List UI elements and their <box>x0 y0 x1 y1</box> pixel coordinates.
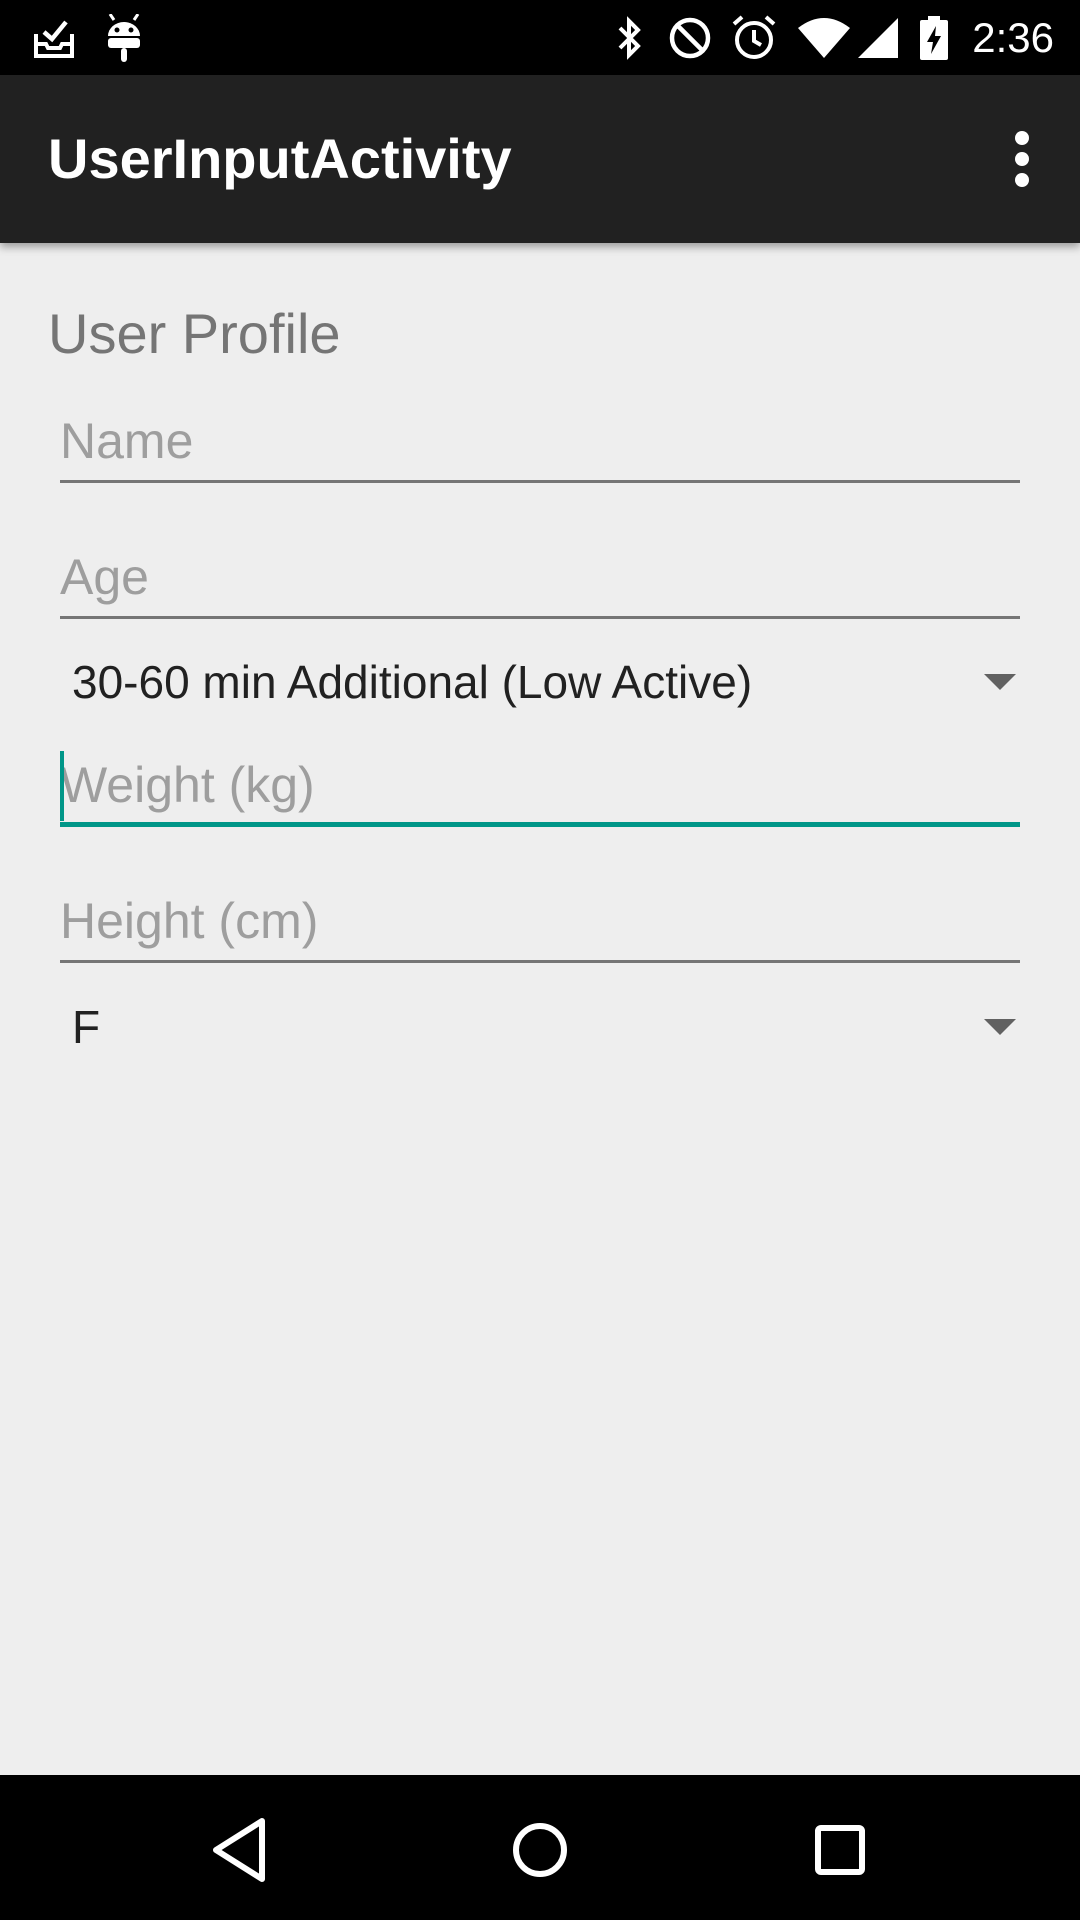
do-not-disturb-icon <box>669 17 711 59</box>
height-underline <box>60 960 1020 963</box>
screen: 2:36 UserInputActivity User Profile 30-6… <box>0 0 1080 1920</box>
weight-underline <box>60 822 1020 827</box>
status-time: 2:36 <box>972 14 1054 61</box>
section-title: User Profile <box>48 302 341 365</box>
battery-charging-icon <box>920 16 948 60</box>
android-icon <box>108 14 140 62</box>
more-vert-icon-dot <box>1015 173 1029 187</box>
recents-icon[interactable] <box>795 1805 885 1895</box>
more-vert-icon <box>1015 131 1029 145</box>
name-input[interactable] <box>60 403 1020 479</box>
sex-spinner[interactable]: F <box>60 987 1020 1067</box>
bluetooth-icon <box>618 16 641 60</box>
inbox-check-icon <box>34 20 74 58</box>
app-title: UserInputActivity <box>48 127 512 190</box>
dropdown-arrow-icon <box>984 674 1016 690</box>
name-field[interactable] <box>60 403 1020 483</box>
height-input[interactable] <box>60 883 1020 959</box>
home-icon[interactable] <box>495 1805 585 1895</box>
age-field[interactable] <box>60 539 1020 619</box>
app-bar: UserInputActivity <box>0 75 1080 243</box>
signal-icon <box>858 18 898 58</box>
back-icon[interactable] <box>196 1805 286 1895</box>
weight-input[interactable] <box>60 747 1020 823</box>
user-profile-form: User Profile 30-60 min Additional (Low A… <box>0 243 1080 1775</box>
wifi-icon <box>798 18 850 58</box>
text-cursor <box>60 751 64 821</box>
status-bar: 2:36 <box>0 0 1080 75</box>
name-underline <box>60 480 1020 483</box>
more-vert-icon-dot <box>1015 152 1029 166</box>
dropdown-arrow-icon <box>984 1019 1016 1035</box>
age-underline <box>60 616 1020 619</box>
activity-level-spinner[interactable]: 30-60 min Additional (Low Active) <box>60 642 1020 722</box>
height-field[interactable] <box>60 883 1020 963</box>
navigation-bar <box>0 1775 1080 1920</box>
weight-field[interactable] <box>60 747 1020 827</box>
overflow-menu-button[interactable] <box>982 119 1062 199</box>
activity-level-value: 30-60 min Additional (Low Active) <box>72 656 753 708</box>
age-input[interactable] <box>60 539 1020 615</box>
alarm-icon <box>732 15 776 59</box>
sex-value: F <box>72 1001 101 1053</box>
